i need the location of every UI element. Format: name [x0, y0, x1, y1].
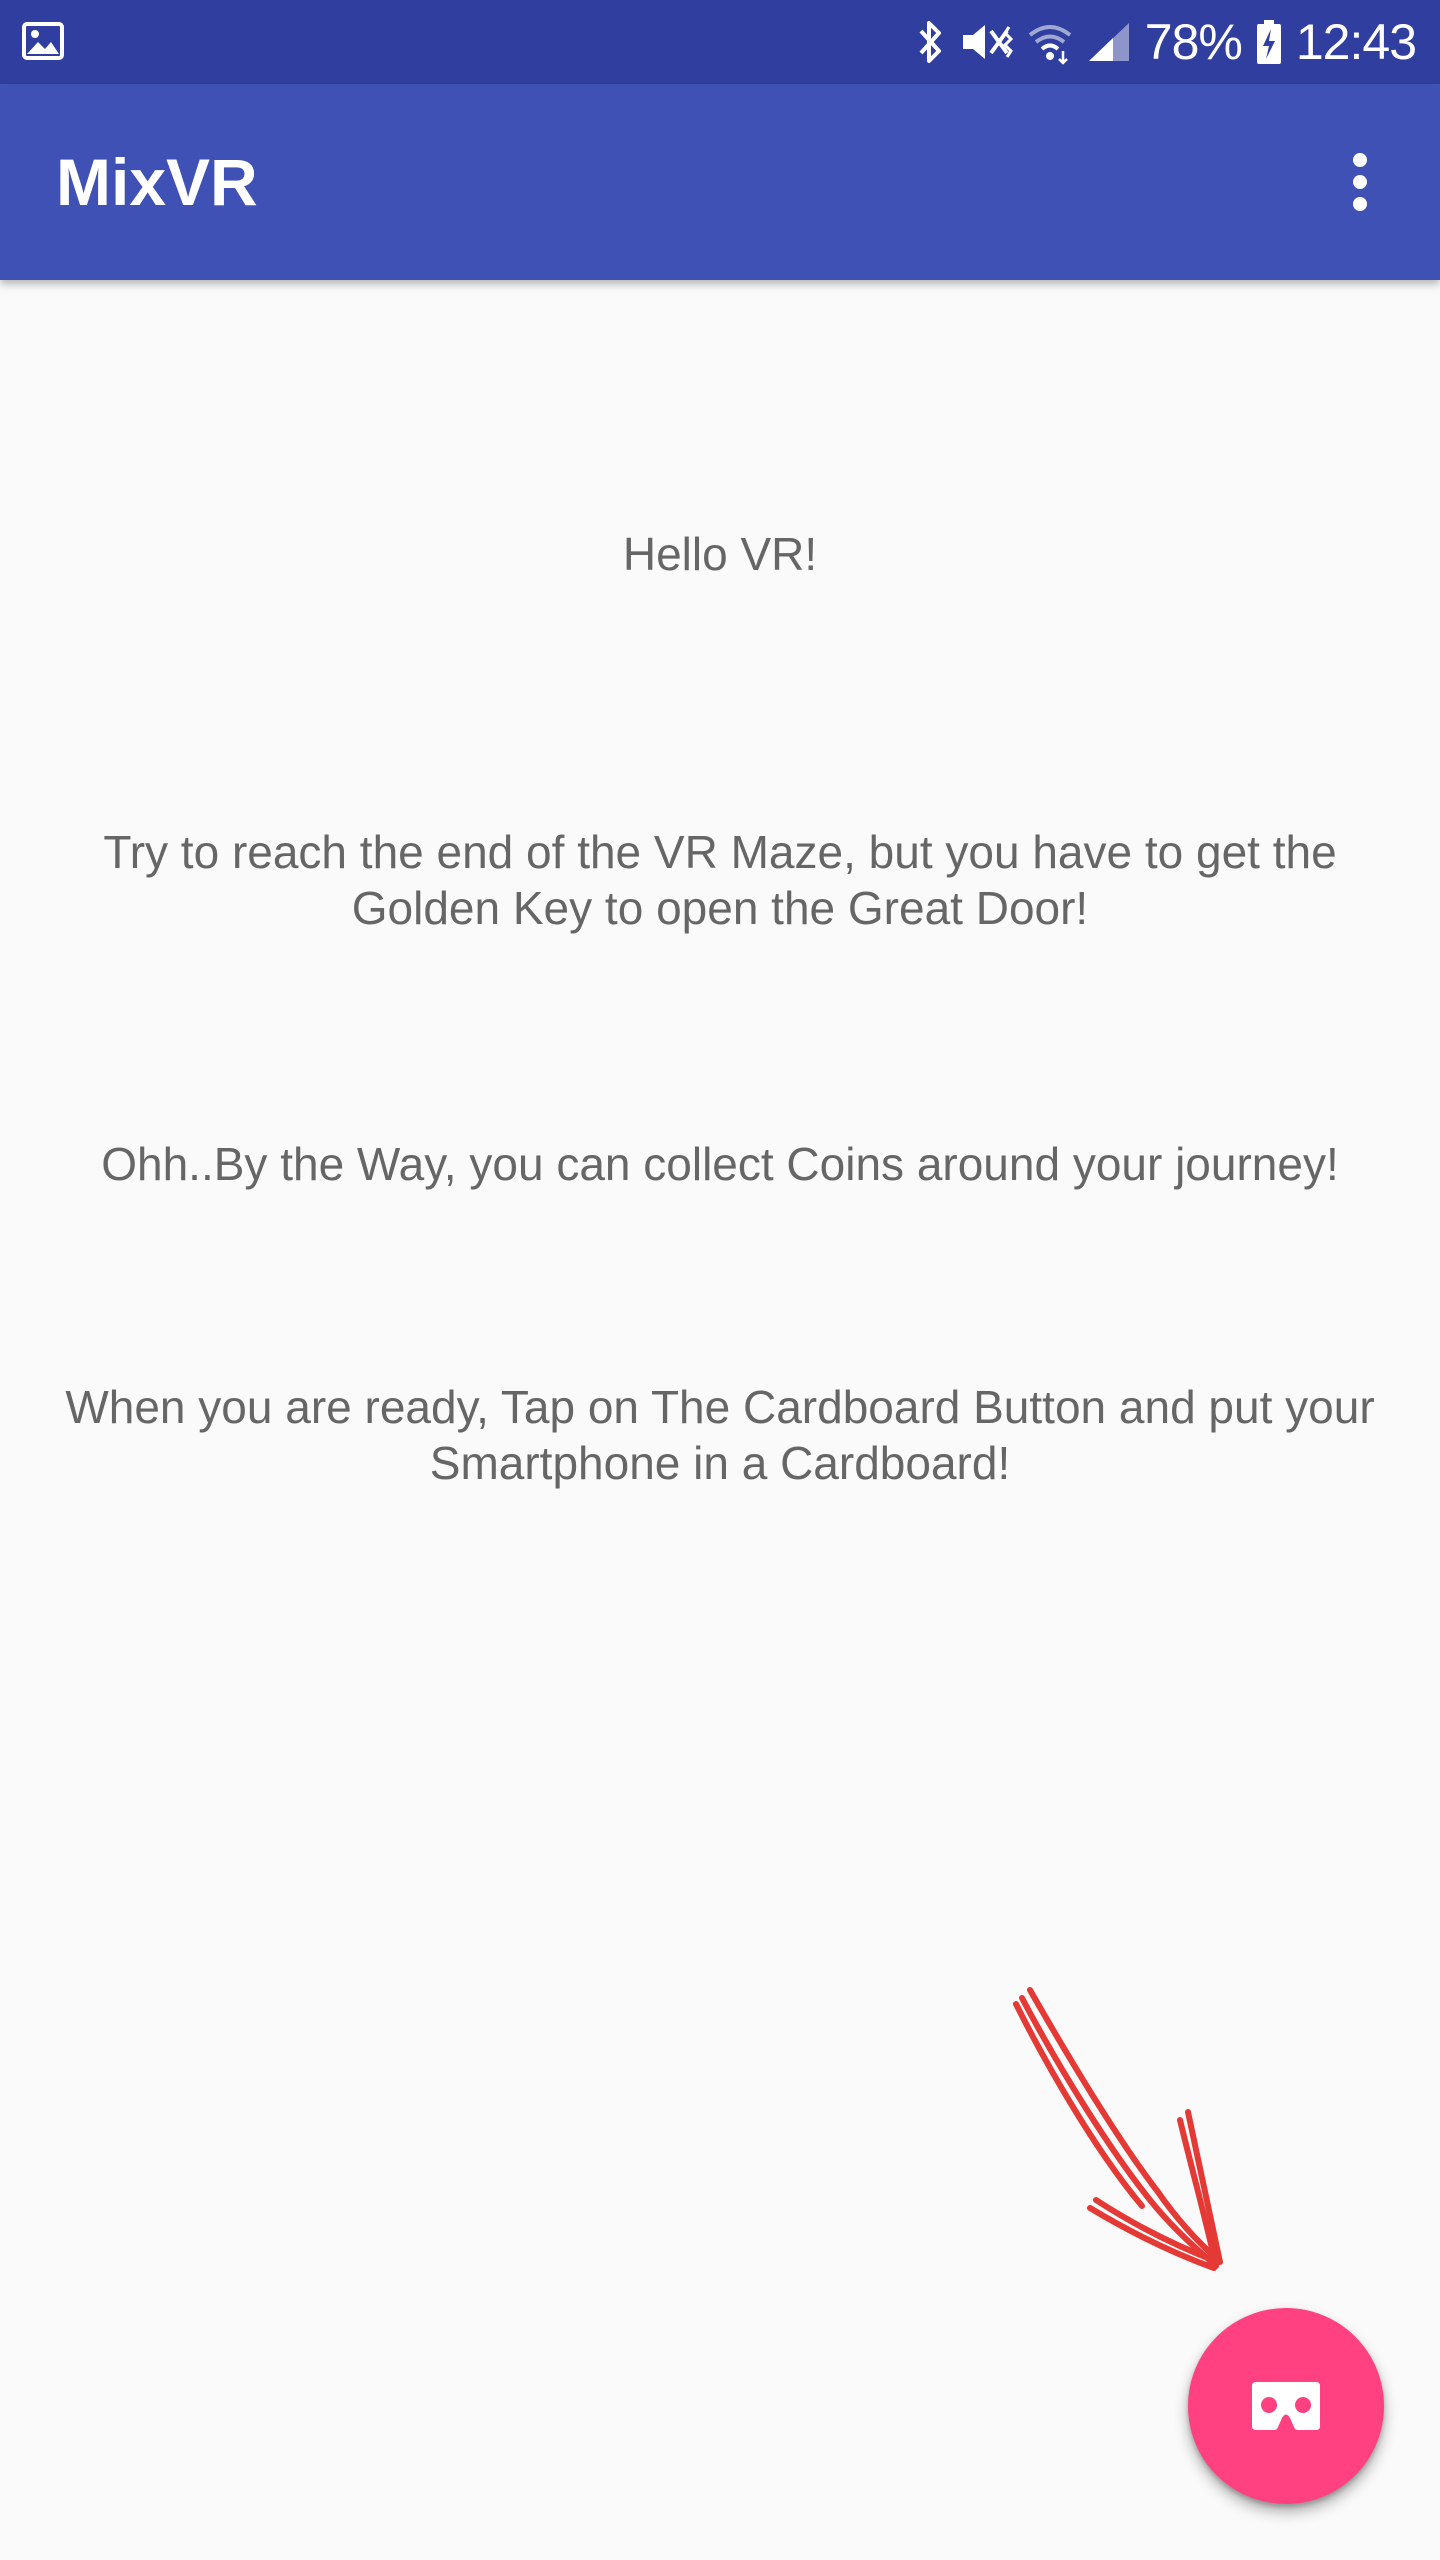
app-screen: 78% 12:43 MixVR Hello VR! Try to reach t… — [0, 0, 1440, 2560]
overflow-menu-button[interactable] — [1306, 128, 1414, 236]
image-notification-icon — [22, 20, 64, 62]
annotation-arrow — [1013, 1987, 1223, 2271]
cardboard-vr-icon — [1252, 2382, 1320, 2430]
start-instruction-text: When you are ready, Tap on The Cardboard… — [65, 1381, 1375, 1489]
battery-percent: 78% — [1144, 14, 1243, 70]
coins-instruction-text: Ohh..By the Way, you can collect Coins a… — [101, 1138, 1339, 1190]
status-bar: 78% 12:43 — [0, 0, 1440, 84]
goal-instruction-text: Try to reach the end of the VR Maze, but… — [103, 826, 1337, 934]
vibrate-mute-icon — [959, 19, 1013, 65]
more-vert-icon — [1353, 153, 1367, 211]
app-bar: MixVR — [0, 84, 1440, 280]
cellular-signal-icon — [1087, 19, 1131, 65]
greeting-text: Hello VR! — [622, 528, 818, 580]
status-icons: 78% 12:43 — [915, 0, 1417, 84]
battery-charging-icon — [1256, 19, 1282, 65]
wifi-icon — [1027, 19, 1073, 65]
clock: 12:43 — [1295, 14, 1417, 70]
cardboard-vr-button[interactable] — [1188, 2308, 1384, 2504]
app-title: MixVR — [56, 145, 258, 219]
bluetooth-icon — [915, 19, 945, 65]
